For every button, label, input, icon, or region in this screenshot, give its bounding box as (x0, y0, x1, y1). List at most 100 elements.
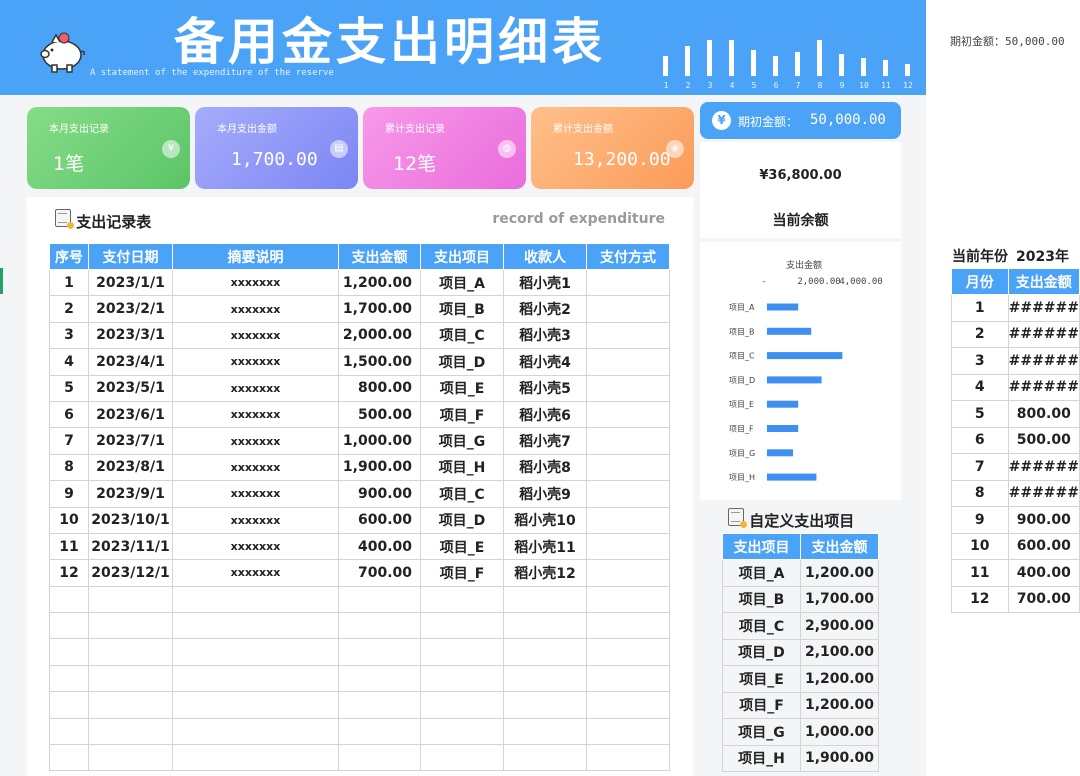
table-cell: 1,200.00 (338, 268, 421, 297)
table-cell: 500.00 (1007, 426, 1080, 454)
deco-bar (861, 58, 866, 76)
table-cell: 1,200.00 (800, 559, 879, 587)
chart-tick-label: 4,000.00 (839, 277, 882, 287)
table-cell: 项目_F (420, 559, 504, 587)
empty-cell (88, 744, 173, 772)
chart-category-label: 项目_A (729, 303, 755, 312)
chart-title: 支出金额 (786, 259, 822, 271)
month-number: 10 (859, 81, 869, 90)
empty-cell (338, 691, 421, 719)
month-number: 9 (839, 81, 845, 90)
column-header: 月份 (951, 268, 1009, 295)
table-cell: 7 (951, 453, 1009, 481)
table-row: 项目_B 1,700.00 (722, 585, 879, 613)
table-row: 7 2023/7/1 xxxxxxx 1,000.00 项目_G 稻小壳7 (49, 427, 670, 455)
empty-cell (586, 691, 670, 719)
table-cell: 稻小壳9 (503, 480, 587, 508)
empty-cell (420, 744, 504, 772)
empty-cell (88, 691, 173, 719)
table-cell: ###### (1007, 294, 1080, 322)
stat-card-total-amount: 累计支出金额 13,200.00 ◈ (531, 107, 694, 189)
empty-cell (503, 717, 587, 746)
table-cell: xxxxxxx (172, 374, 339, 402)
card-value: 1笔 (53, 153, 85, 175)
month-bars-decoration: 1 2 3 4 5 6 7 8 9 10 11 12 (652, 30, 916, 90)
column-header: 支出金额 (800, 533, 879, 560)
empty-cell (88, 585, 173, 614)
chart-category-label: 项目_D (729, 376, 755, 385)
table-cell: 4 (49, 348, 89, 376)
table-cell: 3 (951, 347, 1009, 375)
document-icon (728, 508, 747, 528)
table-cell: 5 (951, 400, 1009, 428)
table-cell: 1 (49, 268, 89, 297)
table-cell: 项目_E (420, 532, 504, 561)
table-cell: 项目_D (420, 506, 504, 534)
chart-tick-label: - (761, 277, 766, 287)
table-row: 项目_A 1,200.00 (722, 559, 879, 587)
table-row: 项目_G 1,000.00 (722, 718, 879, 746)
purse-icon: ◍ (498, 140, 516, 158)
empty-cell (49, 585, 89, 614)
table-cell: 900.00 (1007, 506, 1080, 534)
deco-bar (729, 40, 734, 76)
empty-cell (49, 691, 89, 719)
chart-tick-label: 2,000.00 (797, 277, 840, 287)
stat-card-month-amount: 本月支出金额 1,700.00 ▤ (195, 107, 358, 189)
table-cell: 2023/8/1 (88, 453, 173, 482)
table-cell: 9 (951, 506, 1009, 534)
table-cell: 900.00 (338, 480, 421, 508)
empty-cell (172, 638, 339, 666)
month-number: 12 (903, 81, 913, 90)
selected-row-marker (0, 268, 3, 294)
deco-bar (773, 56, 778, 76)
table-cell (586, 480, 670, 508)
monthly-table: 月份 支出金额 1 ###### 2 ###### 3 ###### 4 ###### 5 800.… (951, 268, 1080, 613)
table-row: 3 2023/3/1 xxxxxxx 2,000.00 项目_C 稻小壳3 (49, 321, 670, 350)
table-cell: 稻小壳4 (503, 348, 587, 376)
table-cell: 2 (951, 320, 1009, 348)
empty-cell (586, 744, 670, 772)
table-cell (586, 427, 670, 455)
table-cell: 400.00 (1007, 559, 1080, 587)
empty-cell (172, 717, 339, 746)
table-row: 10 2023/10/1 xxxxxxx 600.00 项目_D 稻小壳10 (49, 506, 670, 534)
table-cell: 项目_F (722, 691, 801, 719)
table-cell: 400.00 (338, 532, 421, 561)
table-cell: 2023/12/1 (88, 559, 173, 587)
table-cell: 1,200.00 (800, 691, 879, 719)
table-row: 8 ###### (951, 479, 1080, 507)
chart-bar (767, 425, 799, 432)
table-cell: xxxxxxx (172, 453, 339, 482)
table-cell: ###### (1007, 320, 1080, 348)
column-header: 支出项目 (722, 533, 801, 560)
current-year-label: 当前年份 2023年 (952, 246, 1069, 266)
expense-chart-panel: 支出金额 - 2,000.00 4,000.00 项目_A 项目_B 项目_C 项目_D 项目_… (700, 242, 901, 500)
empty-cell (49, 717, 89, 746)
chart-bar (767, 376, 822, 384)
table-cell: 8 (951, 479, 1009, 507)
empty-cell (338, 612, 421, 640)
table-cell (586, 348, 670, 376)
empty-row (49, 717, 670, 746)
empty-cell (49, 612, 89, 640)
year-label-text: 当前年份 (952, 249, 1008, 265)
table-cell (586, 268, 670, 297)
empty-cell (88, 638, 173, 666)
table-cell: 2023/3/1 (88, 321, 173, 350)
expenditure-table: 序号 支付日期 摘要说明 支出金额 支出项目 收款人 支付方式 1 2023/1/1 xxxxx… (49, 243, 670, 772)
chart-bar (767, 449, 793, 457)
custom-items-body: 项目_A 1,200.00 项目_B 1,700.00 项目_C 2,900.00 项目_D… (722, 559, 879, 772)
table-cell: xxxxxxx (172, 348, 339, 376)
empty-cell (49, 744, 89, 772)
table-cell: 11 (951, 559, 1009, 587)
empty-cell (420, 612, 504, 640)
empty-cell (172, 691, 339, 719)
table-row: 3 ###### (951, 347, 1080, 375)
table-cell: 800.00 (1007, 400, 1080, 428)
empty-row (49, 664, 670, 693)
table-row: 6 500.00 (951, 426, 1080, 454)
column-header: 支出项目 (420, 243, 504, 270)
table-cell (586, 559, 670, 587)
table-cell: 项目_F (420, 400, 504, 429)
